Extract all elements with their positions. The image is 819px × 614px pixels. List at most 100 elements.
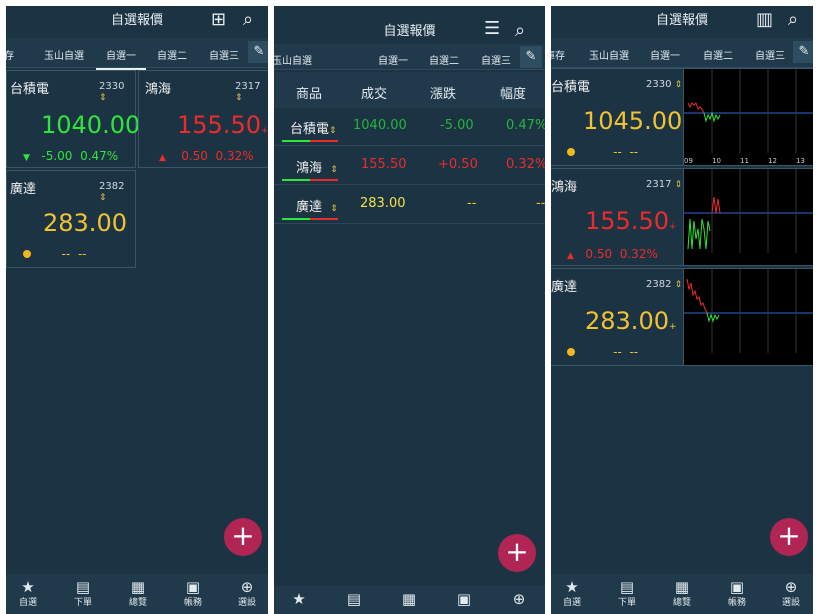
nav-overview[interactable]: ▦ 總覽 [118, 578, 158, 608]
edit-pencil-icon[interactable]: ✎ [520, 46, 542, 68]
settings-icon: ⊕ [240, 578, 254, 596]
nav-account[interactable]: ▣ [444, 590, 484, 608]
sort-arrow-icon: ⇕ [330, 165, 338, 175]
table-row[interactable]: 鴻海 ⇕ 155.50 +0.50 0.32% [274, 147, 545, 185]
sort-arrow-icon: ⇕ [329, 126, 337, 136]
row-price: 283.00 [360, 196, 406, 211]
nav-watchlist[interactable]: ★ 自選 [552, 578, 592, 608]
search-icon[interactable]: ⌕ [515, 20, 525, 41]
settings-icon: ⊕ [512, 590, 526, 608]
tab-inventory[interactable]: 庫存 [551, 47, 565, 62]
sort-arrow-icon: ⇕ [674, 180, 683, 190]
row-price: 155.50 [361, 157, 407, 172]
tab-watchlist-3[interactable]: 自選三 [755, 47, 785, 62]
table-row[interactable]: 廣達 ⇕ 283.00 -- -- [274, 186, 545, 224]
sort-arrow-icon: ⇕ [674, 80, 683, 90]
column-header-product[interactable]: 商品 [296, 83, 322, 102]
up-triangle-icon: ▲ [567, 251, 574, 261]
order-icon: ▤ [75, 578, 91, 596]
nav-settings[interactable]: ⊕ 選設 [227, 578, 267, 608]
down-triangle-icon: ▼ [23, 153, 30, 163]
star-icon: ★ [21, 578, 35, 596]
stock-change: -- -- [567, 145, 638, 159]
tab-watchlist-1[interactable]: 自選一 [368, 52, 418, 75]
stock-price: 1045.00+ [583, 107, 690, 135]
intraday-chart-2317 [683, 169, 813, 265]
tab-inventory[interactable]: 庫存 [6, 47, 14, 62]
page-title: 自選報價 [110, 13, 163, 28]
stock-chart-card-2330[interactable]: 台積電 2330 ⇕ 1045.00+ -- -- 09 10 11 12 13 [551, 68, 813, 166]
nav-settings[interactable]: ⊕ [499, 590, 539, 608]
list-view-icon[interactable]: ☰ [484, 18, 500, 39]
stock-code: 2330 [99, 81, 125, 92]
page-title: 自選報價 [383, 24, 436, 39]
stock-name: 廣達 [551, 280, 578, 295]
watchlist-card-panel: 自選報價 ⊞ ⌕ 庫存 玉山自選 自選一 自選二 自選三 ✎ 台積電 2330 … [6, 6, 268, 614]
nav-order[interactable]: ▤ 下單 [63, 578, 103, 608]
flat-dot-icon [23, 250, 31, 258]
edit-pencil-icon[interactable]: ✎ [793, 41, 813, 63]
tab-watchlist-2[interactable]: 自選二 [703, 47, 733, 62]
stock-code: 2317 [235, 81, 261, 92]
hour-tick: 13 [796, 157, 805, 165]
nav-account[interactable]: ▣ 帳務 [717, 578, 757, 608]
add-stock-button[interactable]: + [770, 518, 808, 556]
stock-card-2330[interactable]: 台積電 2330 ⇕ 1040.00+ ▼ -5.00 0.47% [6, 70, 148, 168]
stock-name: 台積電 [551, 80, 591, 95]
nav-overview[interactable]: ▦ [389, 590, 429, 608]
edit-pencil-icon[interactable]: ✎ [248, 41, 268, 63]
stock-code: 2382 [99, 181, 125, 192]
row-name: 鴻海 ⇕ [296, 161, 338, 176]
column-header-price[interactable]: 成交 [361, 83, 387, 102]
nav-account[interactable]: ▣ 帳務 [173, 578, 213, 608]
stock-chart-card-2317[interactable]: 鴻海 2317 ⇕ 155.50+ ▲ 0.50 0.32% [551, 168, 813, 266]
stock-name: 廣達 [10, 182, 37, 197]
volume-ratio-bar [282, 218, 338, 220]
stock-price: 1040.00+ [41, 111, 148, 139]
stock-code: 2330 [646, 79, 672, 90]
order-icon: ▤ [619, 578, 635, 596]
column-header-change[interactable]: 漲跌 [430, 83, 456, 102]
nav-overview[interactable]: ▦ 總覽 [662, 578, 702, 608]
tab-esun[interactable]: 玉山自選 [274, 52, 312, 67]
column-header-percent[interactable]: 幅度 [500, 83, 526, 102]
nav-order[interactable]: ▤ 下單 [607, 578, 647, 608]
bottom-nav: ★ ▤ ▦ ▣ ⊕ [274, 586, 545, 614]
watchlist-tabs: 庫存 玉山自選 自選一 自選二 自選三 ✎ [6, 38, 268, 70]
table-row[interactable]: 台積電⇕ 1040.00 -5.00 0.47% [274, 108, 545, 146]
tab-watchlist-3[interactable]: 自選三 [481, 52, 511, 67]
stock-card-2382[interactable]: 廣達 2382 ⇕ 283.00 -- -- [6, 170, 136, 268]
stock-card-2317[interactable]: 鴻海 2317 ⇕ 155.50+ ▲ 0.50 0.32% [138, 70, 268, 168]
chart-view-icon[interactable]: ▥ [756, 9, 773, 30]
tab-watchlist-1[interactable]: 自選一 [640, 47, 690, 70]
add-stock-button[interactable]: + [498, 534, 536, 572]
search-icon[interactable]: ⌕ [788, 9, 798, 30]
stock-price: 283.00+ [585, 307, 677, 335]
nav-settings[interactable]: ⊕ 選設 [771, 578, 811, 608]
tab-esun[interactable]: 玉山自選 [44, 47, 84, 62]
tab-watchlist-2[interactable]: 自選二 [157, 47, 187, 62]
stock-name: 鴻海 [551, 180, 578, 195]
hour-tick: 12 [768, 157, 777, 165]
nav-watchlist[interactable]: ★ [279, 590, 319, 608]
search-icon[interactable]: ⌕ [243, 9, 253, 30]
stock-chart-card-2382[interactable]: 廣達 2382 ⇕ 283.00+ -- -- [551, 268, 813, 366]
tab-watchlist-2[interactable]: 自選二 [429, 52, 459, 67]
order-icon: ▤ [346, 590, 362, 608]
quote-table-header: 商品 成交 漲跌 幅度 [274, 72, 545, 108]
watchlist-list-panel: 自選報價 ☰ ⌕ 玉山自選 自選一 自選二 自選三 ✎ 商品 成交 漲跌 幅度 … [274, 6, 545, 614]
nav-order[interactable]: ▤ [334, 590, 374, 608]
layout-grid-icon[interactable]: ⊞ [211, 9, 226, 30]
add-stock-button[interactable]: + [224, 518, 262, 556]
stock-change: ▲ 0.50 0.32% [567, 247, 658, 261]
row-name: 台積電⇕ [290, 122, 337, 137]
row-percent: -- [536, 196, 545, 211]
tab-watchlist-3[interactable]: 自選三 [209, 47, 239, 62]
page-title: 自選報價 [655, 13, 708, 28]
tab-esun[interactable]: 玉山自選 [589, 47, 629, 62]
stock-price: 155.50+ [177, 111, 268, 139]
nav-watchlist[interactable]: ★ 自選 [8, 578, 48, 608]
star-icon: ★ [292, 590, 306, 608]
tab-watchlist-1[interactable]: 自選一 [96, 47, 146, 70]
account-icon: ▣ [729, 578, 745, 596]
